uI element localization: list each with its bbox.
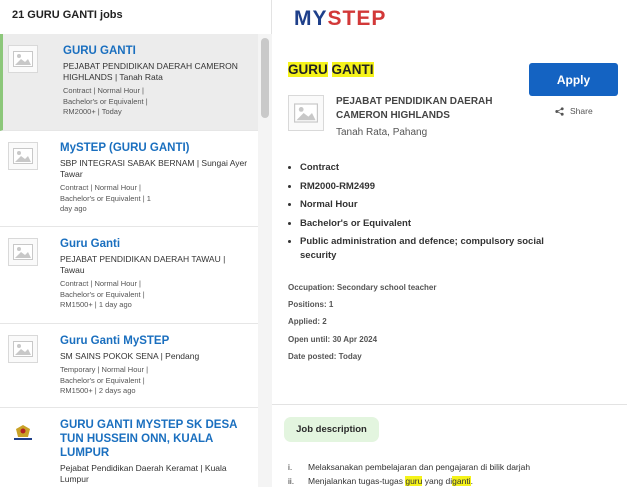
- jd-text-part: yang di: [422, 475, 453, 486]
- job-card-title[interactable]: Guru Ganti: [60, 237, 250, 251]
- job-card[interactable]: GURU GANTI PEJABAT PENDIDIKAN DAERAH CAM…: [0, 34, 258, 131]
- job-card-meta: Contract | Normal Hour |: [63, 86, 145, 95]
- attribute-item: Normal Hour: [300, 198, 550, 212]
- job-description-list: i. Melaksanakan pembelajaran dan pengaja…: [288, 461, 618, 487]
- results-count: 21 GURU GANTI jobs: [12, 9, 123, 21]
- section-divider: [272, 404, 627, 405]
- jd-item: ii. Menjalankan tugas-tugas guru yang di…: [288, 475, 618, 487]
- job-title-word: GANTI: [331, 62, 374, 77]
- job-card-company: PEJABAT PENDIDIKAN DAERAH TAWAU | Tawau: [60, 254, 226, 275]
- jd-text-highlight: guru: [405, 475, 423, 486]
- jd-text-highlight: ganti: [452, 475, 471, 486]
- positions: Positions: 1: [288, 300, 334, 310]
- date-posted: Date posted: Today: [288, 351, 362, 361]
- job-card-title[interactable]: GURU GANTI MYSTEP SK DESA TUN HUSSEIN ON…: [60, 418, 250, 460]
- jd-item-number: ii.: [288, 475, 295, 486]
- job-card-company: SM SAINS POKOK SENA | Pendang: [60, 351, 200, 361]
- jd-item: i. Melaksanakan pembelajaran dan pengaja…: [288, 461, 618, 475]
- job-card-title[interactable]: MySTEP (GURU GANTI): [60, 141, 250, 155]
- job-card-meta: Bachelor's or Equivalent |: [60, 289, 145, 299]
- attribute-item: Contract: [300, 161, 550, 175]
- job-card-meta: day ago: [60, 204, 87, 213]
- job-attributes: Contract RM2000-RM2499 Normal Hour Bache…: [300, 161, 550, 268]
- job-list-panel: 21 GURU GANTI jobs GURU GANTI PEJABAT PE…: [0, 0, 272, 487]
- job-card-meta: RM1500+ | 2 days ago: [60, 386, 136, 395]
- occupation: Occupation: Secondary school teacher: [288, 283, 437, 292]
- scrollbar-thumb[interactable]: [261, 38, 269, 118]
- company-logo-placeholder-icon: [8, 142, 38, 170]
- job-card-meta: Contract | Normal Hour |: [60, 279, 142, 288]
- company-name[interactable]: PEJABAT PENDIDIKAN DAERAH CAMERON HIGHLA…: [336, 95, 516, 123]
- brand-part: STEP: [327, 7, 387, 30]
- ministry-crest-icon: [8, 419, 38, 447]
- job-title-word: GURU: [288, 62, 328, 77]
- job-card-title[interactable]: GURU GANTI: [63, 44, 250, 58]
- job-card-company: SBP INTEGRASI SABAK BERNAM | Sungai Ayer…: [60, 158, 248, 179]
- job-card-meta: Bachelor's or Equivalent | 1: [60, 193, 151, 203]
- attribute-item: Bachelor's or Equivalent: [300, 217, 550, 231]
- job-card-meta: Temporary | Normal Hour |: [60, 365, 149, 374]
- job-title: GURU GANTI: [288, 62, 374, 77]
- job-list-scrollbar[interactable]: [258, 34, 272, 487]
- jd-item-number: i.: [288, 462, 293, 472]
- attribute-item: Public administration and defence; compu…: [300, 235, 550, 263]
- applied-count: Applied: 2: [288, 317, 327, 327]
- job-list: GURU GANTI PEJABAT PENDIDIKAN DAERAH CAM…: [0, 34, 258, 487]
- open-until: Open until: 30 Apr 2024: [288, 334, 378, 344]
- company-logo-placeholder-icon: [8, 335, 38, 363]
- job-detail-panel: MYSTEP GURU GANTI Apply Share PEJABAT PE…: [272, 0, 627, 487]
- job-card-title[interactable]: Guru Ganti MySTEP: [60, 334, 250, 348]
- apply-button[interactable]: Apply: [529, 63, 618, 96]
- jd-text-part: Menjalankan tugas-tugas: [308, 475, 406, 486]
- job-card-meta: Contract | Normal Hour |: [60, 183, 142, 192]
- job-card[interactable]: GURU GANTI MYSTEP SK DESA TUN HUSSEIN ON…: [0, 408, 258, 487]
- job-details: Occupation: Secondary school teacher Pos…: [288, 283, 436, 369]
- attribute-item: RM2000-RM2499: [300, 180, 550, 194]
- company-logo-placeholder-icon: [288, 95, 324, 131]
- job-card[interactable]: Guru Ganti PEJABAT PENDIDIKAN DAERAH TAW…: [0, 227, 258, 324]
- jd-text-part: .: [470, 475, 473, 486]
- company-logo-placeholder-icon: [8, 45, 38, 73]
- company-logo-placeholder-icon: [8, 238, 38, 266]
- share-label: Share: [570, 106, 593, 116]
- share-icon: [555, 106, 564, 116]
- job-card-meta: Bachelor's or Equivalent |: [60, 375, 145, 385]
- job-card[interactable]: MySTEP (GURU GANTI) SBP INTEGRASI SABAK …: [0, 131, 258, 227]
- job-card-company: PEJABAT PENDIDIKAN DAERAH CAMERON HIGHLA…: [63, 61, 238, 82]
- job-card-meta: RM1500+ | 1 day ago: [60, 300, 132, 309]
- brand-part: MY: [294, 7, 328, 30]
- job-card-meta: RM2000+ | Today: [63, 107, 122, 116]
- job-card-company: Pejabat Pendidikan Daerah Keramat | Kual…: [60, 463, 227, 484]
- job-description-tab[interactable]: Job description: [284, 417, 379, 442]
- job-card-meta: Bachelor's or Equivalent |: [63, 96, 148, 106]
- jd-item-text: Menjalankan tugas-tugas guru yang digant…: [308, 475, 473, 487]
- company-location: Tanah Rata, Pahang: [336, 127, 428, 138]
- mystep-logo: MYSTEP: [294, 7, 386, 31]
- jd-item-text: Melaksanakan pembelajaran dan pengajaran…: [308, 462, 531, 472]
- job-card[interactable]: Guru Ganti MySTEP SM SAINS POKOK SENA | …: [0, 324, 258, 408]
- share-button[interactable]: Share: [555, 106, 593, 116]
